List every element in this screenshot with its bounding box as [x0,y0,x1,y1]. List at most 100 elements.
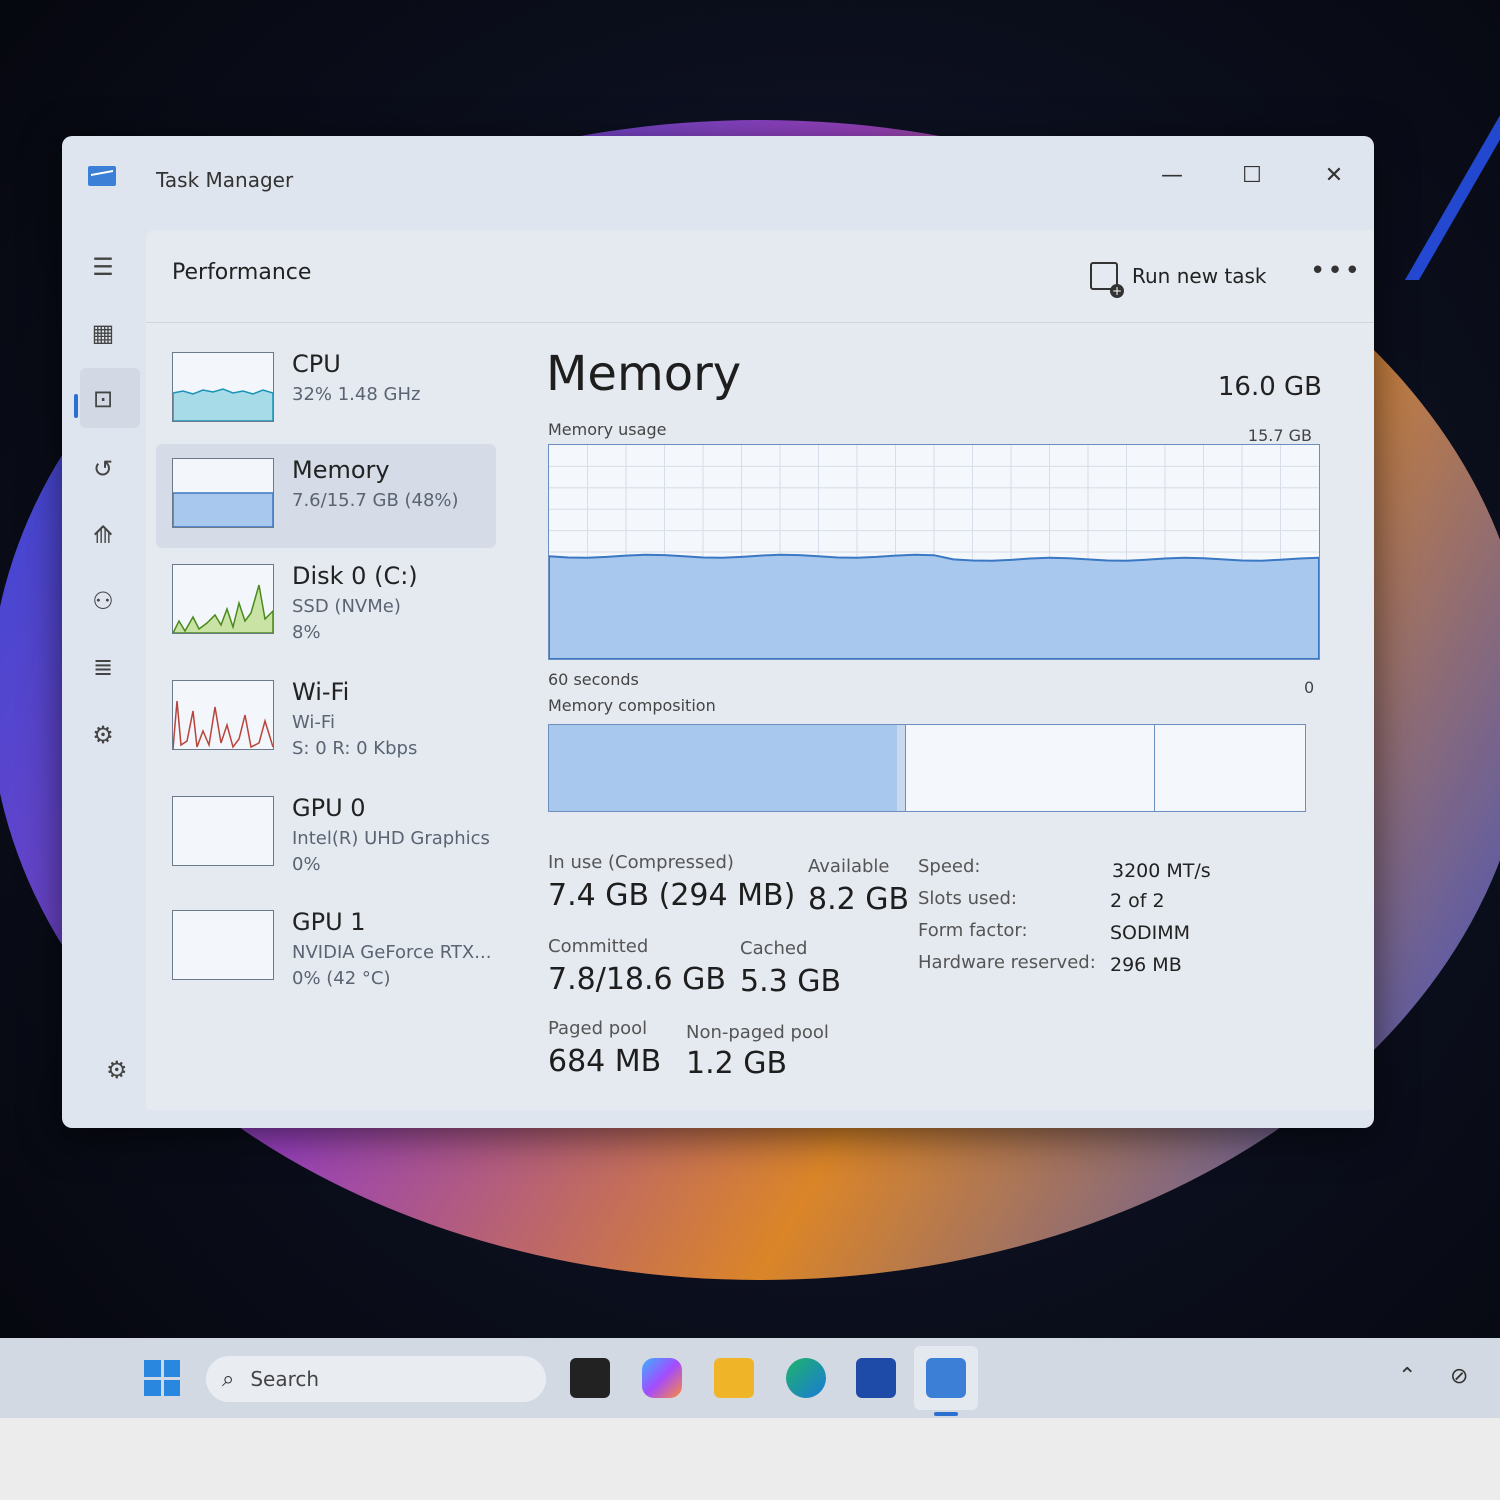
details-icon[interactable]: ≣ [86,650,120,684]
in-use-value: 7.4 GB (294 MB) [548,878,796,913]
gpu0-usage: 0% [292,854,321,875]
gpu1-thumbnail [172,910,274,980]
non-paged-pool-label: Non-paged pool [686,1022,829,1043]
wifi-adapter: Wi-Fi [292,712,335,733]
time-end-label: 0 [1304,678,1315,697]
spec-hw-reserved-value: 296 MB [1110,954,1182,976]
spec-slots-value: 2 of 2 [1110,890,1165,912]
gpu1-model: NVIDIA GeForce RTX... [292,942,492,963]
cpu-stats: 32% 1.48 GHz [292,384,421,405]
sidebar-item-wifi[interactable]: Wi-Fi Wi-Fi S: 0 R: 0 Kbps [156,666,496,770]
gpu0-name: GPU 0 [292,794,366,822]
services-icon[interactable]: ⚙ [86,718,120,752]
run-new-task-label: Run new task [1132,264,1267,288]
processes-icon[interactable]: ▦ [86,316,120,350]
chevron-up-icon[interactable]: ⌃ [1398,1364,1416,1389]
disk-thumbnail [172,564,274,634]
app-history-icon[interactable]: ↺ [86,452,120,486]
sidebar-item-gpu0[interactable]: GPU 0 Intel(R) UHD Graphics 0% [156,782,496,886]
disk-mini-graph [173,584,273,633]
memory-usage-graph [548,445,1320,660]
available-value: 8.2 GB [808,882,910,917]
nav-active-indicator [74,394,78,418]
microsoft-store-icon[interactable] [856,1358,896,1398]
memory-thumbnail [172,458,274,528]
memory-title: Memory [546,346,742,402]
cached-value: 5.3 GB [740,964,842,999]
non-paged-pool-value: 1.2 GB [686,1046,788,1081]
performance-icon[interactable]: ⊡ [86,382,120,416]
memory-usage-chart [548,444,1320,660]
gpu1-name: GPU 1 [292,908,366,936]
memory-name: Memory [292,456,390,484]
wifi-thumbnail [172,680,274,750]
disk-name: Disk 0 (C:) [292,562,418,590]
close-button[interactable]: ✕ [1314,158,1354,192]
hamburger-menu-icon[interactable]: ☰ [86,250,120,284]
maximize-button[interactable]: ☐ [1232,158,1272,192]
edge-browser-icon[interactable] [786,1358,826,1398]
minimize-button[interactable]: — [1152,158,1192,192]
memory-total: 16.0 GB [1217,372,1322,402]
network-icon[interactable]: ⊘ [1450,1364,1468,1389]
memory-usage-area [548,553,1320,660]
taskbar-search[interactable]: ⌕ Search [206,1356,546,1402]
task-manager-taskbar-icon[interactable] [926,1358,966,1398]
sidebar-item-gpu1[interactable]: GPU 1 NVIDIA GeForce RTX... 0% (42 °C) [156,896,496,1000]
cpu-name: CPU [292,350,341,378]
sidebar-item-memory[interactable]: Memory 7.6/15.7 GB (48%) [156,444,496,548]
spec-hw-reserved-label: Hardware reserved: [918,952,1096,973]
nav-rail: ☰ ▦ ⊡ ↺ ⟰ ⚇ ≣ ⚙ [62,226,146,1106]
performance-page: Performance Run new task ••• CPU 32% 1.4… [146,230,1374,1110]
settings-gear-icon[interactable]: ⚙ [106,1056,128,1084]
paged-pool-label: Paged pool [548,1018,648,1039]
more-options-button[interactable]: ••• [1310,256,1362,286]
run-new-task-button[interactable]: Run new task [1090,262,1267,298]
copilot-icon[interactable] [642,1358,682,1398]
window-title: Task Manager [156,168,294,192]
wifi-throughput: S: 0 R: 0 Kbps [292,738,418,759]
search-placeholder: Search [250,1367,320,1391]
laptop-bezel [0,1418,1500,1500]
title-bar[interactable]: Task Manager — ☐ ✕ [62,136,1374,224]
spec-speed-value: 3200 MT/s [1112,860,1211,882]
composition-free [1154,725,1305,811]
search-icon: ⌕ [222,1366,235,1392]
task-view-icon[interactable] [570,1358,610,1398]
composition-in-use [549,725,899,811]
users-icon[interactable]: ⚇ [86,584,120,618]
active-app-indicator [934,1412,958,1416]
composition-standby [905,725,1155,811]
committed-value: 7.8/18.6 GB [548,962,726,997]
paged-pool-value: 684 MB [548,1044,662,1079]
memory-composition-label: Memory composition [548,696,716,715]
available-label: Available [808,856,890,877]
committed-label: Committed [548,936,649,957]
sidebar-item-cpu[interactable]: CPU 32% 1.48 GHz [156,338,496,442]
spec-form-factor-value: SODIMM [1110,922,1191,944]
run-task-icon [1090,262,1124,298]
sidebar-item-disk[interactable]: Disk 0 (C:) SSD (NVMe) 8% [156,550,496,654]
disk-type: SSD (NVMe) [292,596,401,617]
in-use-label: In use (Compressed) [548,852,734,873]
time-window-label: 60 seconds [548,670,639,689]
spec-speed-label: Speed: [918,856,981,877]
wifi-name: Wi-Fi [292,678,350,706]
disk-usage: 8% [292,622,321,643]
start-button-icon[interactable] [144,1360,180,1396]
task-manager-window: Task Manager — ☐ ✕ ☰ ▦ ⊡ ↺ ⟰ ⚇ ≣ ⚙ ⚙ Per… [62,136,1374,1128]
memory-usage-max: 15.7 GB [1247,426,1312,445]
task-manager-icon [88,166,116,186]
gpu0-model: Intel(R) UHD Graphics [292,828,490,849]
cached-label: Cached [740,938,808,959]
spec-slots-label: Slots used: [918,888,1017,909]
startup-apps-icon[interactable]: ⟰ [86,518,120,552]
page-title: Performance [172,260,312,285]
file-explorer-icon[interactable] [714,1358,754,1398]
spec-form-factor-label: Form factor: [918,920,1028,941]
cpu-mini-graph [173,388,273,421]
wifi-mini-graph [173,700,273,749]
page-header: Performance Run new task ••• [146,230,1374,323]
gpu1-usage: 0% (42 °C) [292,968,391,989]
memory-composition-bar [548,724,1306,812]
